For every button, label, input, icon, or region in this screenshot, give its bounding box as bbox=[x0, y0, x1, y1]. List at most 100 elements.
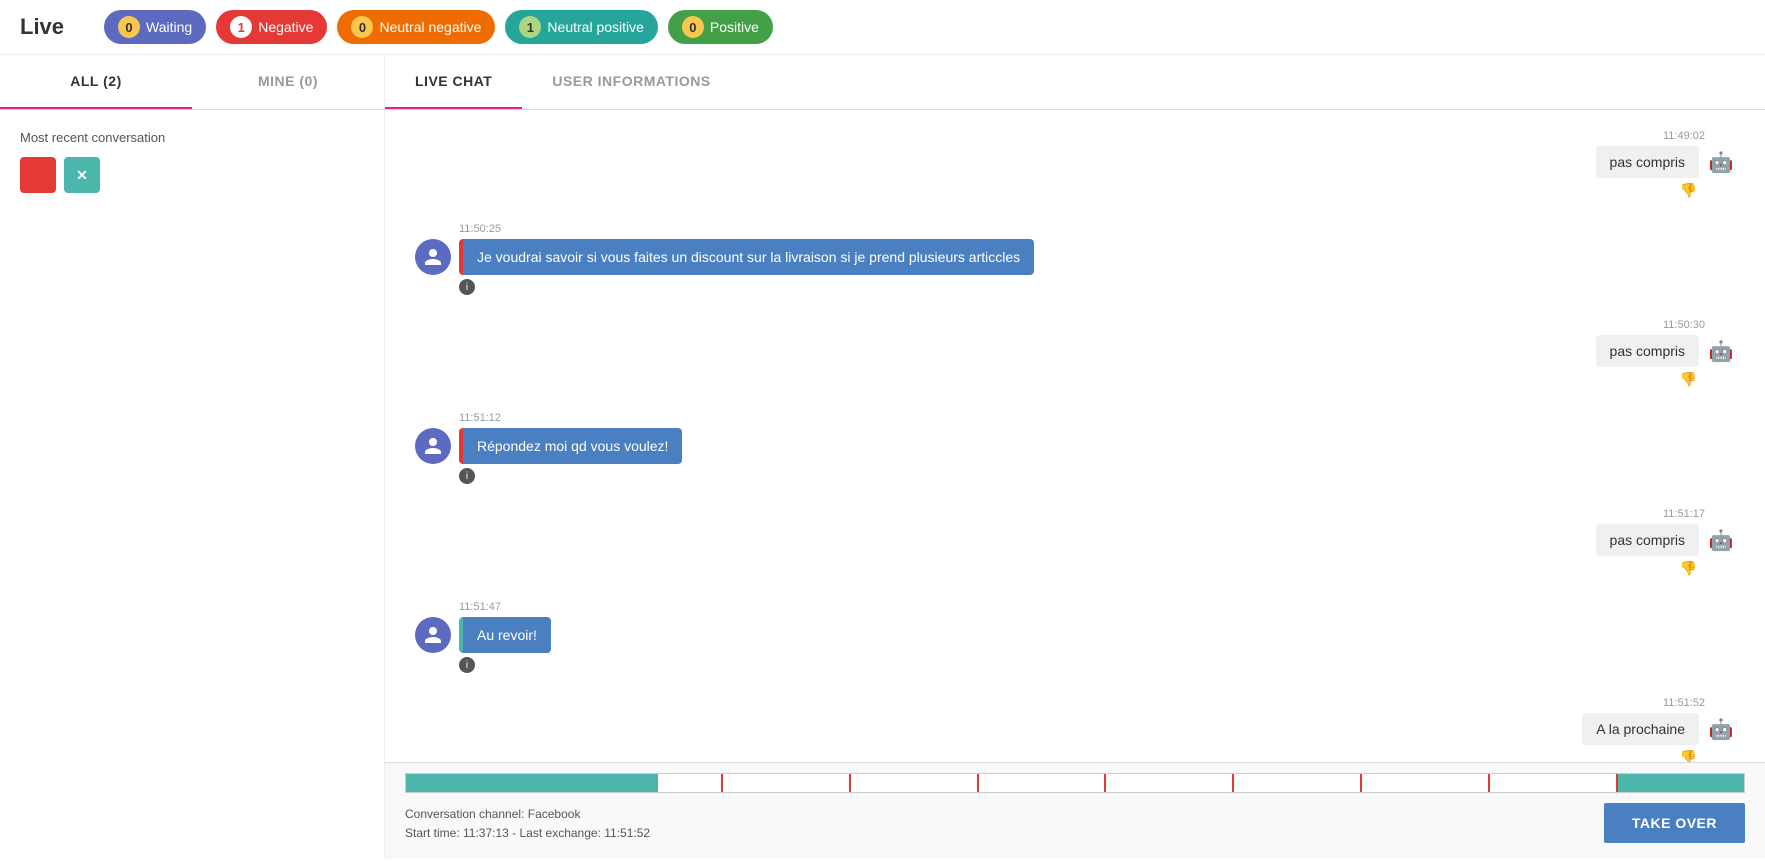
sidebar-tabs: ALL (2) MINE (0) bbox=[0, 55, 384, 110]
timeline-segment-white7 bbox=[1362, 774, 1490, 792]
take-over-button[interactable]: TAKE OVER bbox=[1604, 803, 1745, 843]
timeline-bar bbox=[405, 773, 1745, 793]
neutral-negative-count: 0 bbox=[351, 16, 373, 38]
positive-label: Positive bbox=[710, 19, 759, 35]
chat-tabs: LIVE CHAT USER INFORMATIONS bbox=[385, 55, 1765, 110]
message-bubble: Répondez moi qd vous voulez! bbox=[459, 428, 682, 464]
chat-messages: 11:49:02 pas compris 🤖 👎 11:50:25 bbox=[385, 110, 1765, 762]
tab-live-chat[interactable]: LIVE CHAT bbox=[385, 55, 522, 109]
red-color-button[interactable] bbox=[20, 157, 56, 193]
neutral-positive-count: 1 bbox=[519, 16, 541, 38]
message-bubble: Au revoir! bbox=[459, 617, 551, 653]
bot-row: pas compris 🤖 bbox=[1596, 146, 1735, 178]
sidebar-section-label: Most recent conversation bbox=[20, 130, 364, 145]
bot-row: A la prochaine 🤖 bbox=[1582, 713, 1735, 745]
bot-row: pas compris 🤖 bbox=[1596, 335, 1735, 367]
badge-bar: 0 Waiting 1 Negative 0 Neutral negative … bbox=[104, 10, 773, 44]
negative-label: Negative bbox=[258, 19, 313, 35]
message-time: 11:50:25 bbox=[459, 223, 1735, 235]
message-time: 11:51:52 bbox=[415, 697, 1705, 709]
timeline-segment-white4 bbox=[979, 774, 1107, 792]
user-message: Répondez moi qd vous voulez! i bbox=[415, 428, 1735, 484]
tab-all[interactable]: ALL (2) bbox=[0, 55, 192, 109]
neutral-positive-label: Neutral positive bbox=[547, 19, 644, 35]
info-icon[interactable]: i bbox=[459, 657, 475, 673]
timeline-segment-white6 bbox=[1234, 774, 1362, 792]
bot-avatar-icon: 🤖 bbox=[1707, 526, 1735, 554]
bot-message: A la prochaine 🤖 👎 bbox=[415, 713, 1735, 762]
user-message: Au revoir! i bbox=[415, 617, 1735, 673]
message-content: Au revoir! i bbox=[459, 617, 551, 673]
bot-avatar-icon: 🤖 bbox=[1707, 148, 1735, 176]
info-icon[interactable]: i bbox=[459, 468, 475, 484]
message-time: 11:51:17 bbox=[415, 508, 1705, 520]
message-content: Je voudrai savoir si vous faites un disc… bbox=[459, 239, 1034, 295]
tab-mine[interactable]: MINE (0) bbox=[192, 55, 384, 109]
sidebar-content: Most recent conversation ✕ bbox=[0, 110, 384, 859]
bot-message: pas compris 🤖 👎 bbox=[415, 146, 1735, 199]
timeline-segment-white bbox=[658, 774, 723, 792]
user-message: Je voudrai savoir si vous faites un disc… bbox=[415, 239, 1735, 295]
tab-user-info[interactable]: USER INFORMATIONS bbox=[522, 55, 740, 109]
color-buttons: ✕ bbox=[20, 157, 364, 193]
thumbdown-icon[interactable]: 👎 bbox=[1680, 371, 1697, 387]
message-time: 11:50:30 bbox=[415, 319, 1705, 331]
badge-neutral-positive[interactable]: 1 Neutral positive bbox=[505, 10, 658, 44]
waiting-label: Waiting bbox=[146, 19, 192, 35]
user-avatar bbox=[415, 617, 451, 653]
bot-avatar-icon: 🤖 bbox=[1707, 337, 1735, 365]
chat-footer: Conversation channel: Facebook Start tim… bbox=[385, 762, 1765, 859]
sidebar: ALL (2) MINE (0) Most recent conversatio… bbox=[0, 55, 385, 859]
bot-message: pas compris 🤖 👎 bbox=[415, 335, 1735, 388]
badge-negative[interactable]: 1 Negative bbox=[216, 10, 327, 44]
thumbdown-icon[interactable]: 👎 bbox=[1680, 560, 1697, 576]
bot-row: pas compris 🤖 bbox=[1596, 524, 1735, 556]
bot-message: pas compris 🤖 👎 bbox=[415, 524, 1735, 577]
neutral-negative-label: Neutral negative bbox=[379, 19, 481, 35]
message-time: 11:51:12 bbox=[459, 412, 1735, 424]
badge-positive[interactable]: 0 Positive bbox=[668, 10, 773, 44]
list-item: 11:51:47 Au revoir! i bbox=[415, 601, 1735, 673]
message-bubble: pas compris bbox=[1596, 524, 1699, 556]
list-item: 11:50:25 Je voudrai savoir si vous faite… bbox=[415, 223, 1735, 295]
message-time: 11:49:02 bbox=[415, 130, 1705, 142]
timeline-segment-white5 bbox=[1106, 774, 1234, 792]
badge-waiting[interactable]: 0 Waiting bbox=[104, 10, 206, 44]
footer-row: Conversation channel: Facebook Start tim… bbox=[405, 803, 1745, 843]
close-icon: ✕ bbox=[76, 167, 88, 184]
list-item: 11:51:52 A la prochaine 🤖 👎 bbox=[415, 697, 1735, 762]
list-item: 11:51:17 pas compris 🤖 👎 bbox=[415, 508, 1735, 577]
message-content: Répondez moi qd vous voulez! i bbox=[459, 428, 682, 484]
start-time-label: Start time: 11:37:13 - Last exchange: 11… bbox=[405, 824, 650, 843]
user-avatar bbox=[415, 428, 451, 464]
message-bubble: pas compris bbox=[1596, 146, 1699, 178]
footer-info: Conversation channel: Facebook Start tim… bbox=[405, 805, 650, 843]
header: Live 0 Waiting 1 Negative 0 Neutral nega… bbox=[0, 0, 1765, 55]
negative-count: 1 bbox=[230, 16, 252, 38]
list-item: 11:49:02 pas compris 🤖 👎 bbox=[415, 130, 1735, 199]
main-layout: ALL (2) MINE (0) Most recent conversatio… bbox=[0, 55, 1765, 859]
info-icon[interactable]: i bbox=[459, 279, 475, 295]
thumbdown-icon[interactable]: 👎 bbox=[1680, 749, 1697, 762]
user-avatar bbox=[415, 239, 451, 275]
message-bubble: Je voudrai savoir si vous faites un disc… bbox=[459, 239, 1034, 275]
timeline-segment-green2 bbox=[1618, 774, 1744, 792]
timeline-segment-white2 bbox=[723, 774, 851, 792]
timeline-segment-white8 bbox=[1490, 774, 1618, 792]
channel-label: Conversation channel: Facebook bbox=[405, 805, 650, 824]
close-color-button[interactable]: ✕ bbox=[64, 157, 100, 193]
waiting-count: 0 bbox=[118, 16, 140, 38]
bot-avatar-icon: 🤖 bbox=[1707, 715, 1735, 743]
thumbdown-icon[interactable]: 👎 bbox=[1680, 182, 1697, 198]
timeline-segment-green bbox=[406, 774, 658, 792]
list-item: 11:50:30 pas compris 🤖 👎 bbox=[415, 319, 1735, 388]
message-time: 11:51:47 bbox=[459, 601, 1735, 613]
positive-count: 0 bbox=[682, 16, 704, 38]
message-bubble: A la prochaine bbox=[1582, 713, 1699, 745]
list-item: 11:51:12 Répondez moi qd vous voulez! i bbox=[415, 412, 1735, 484]
timeline-segment-white3 bbox=[851, 774, 979, 792]
page-title: Live bbox=[20, 14, 64, 40]
chat-area: LIVE CHAT USER INFORMATIONS 11:49:02 pas… bbox=[385, 55, 1765, 859]
badge-neutral-negative[interactable]: 0 Neutral negative bbox=[337, 10, 495, 44]
message-bubble: pas compris bbox=[1596, 335, 1699, 367]
